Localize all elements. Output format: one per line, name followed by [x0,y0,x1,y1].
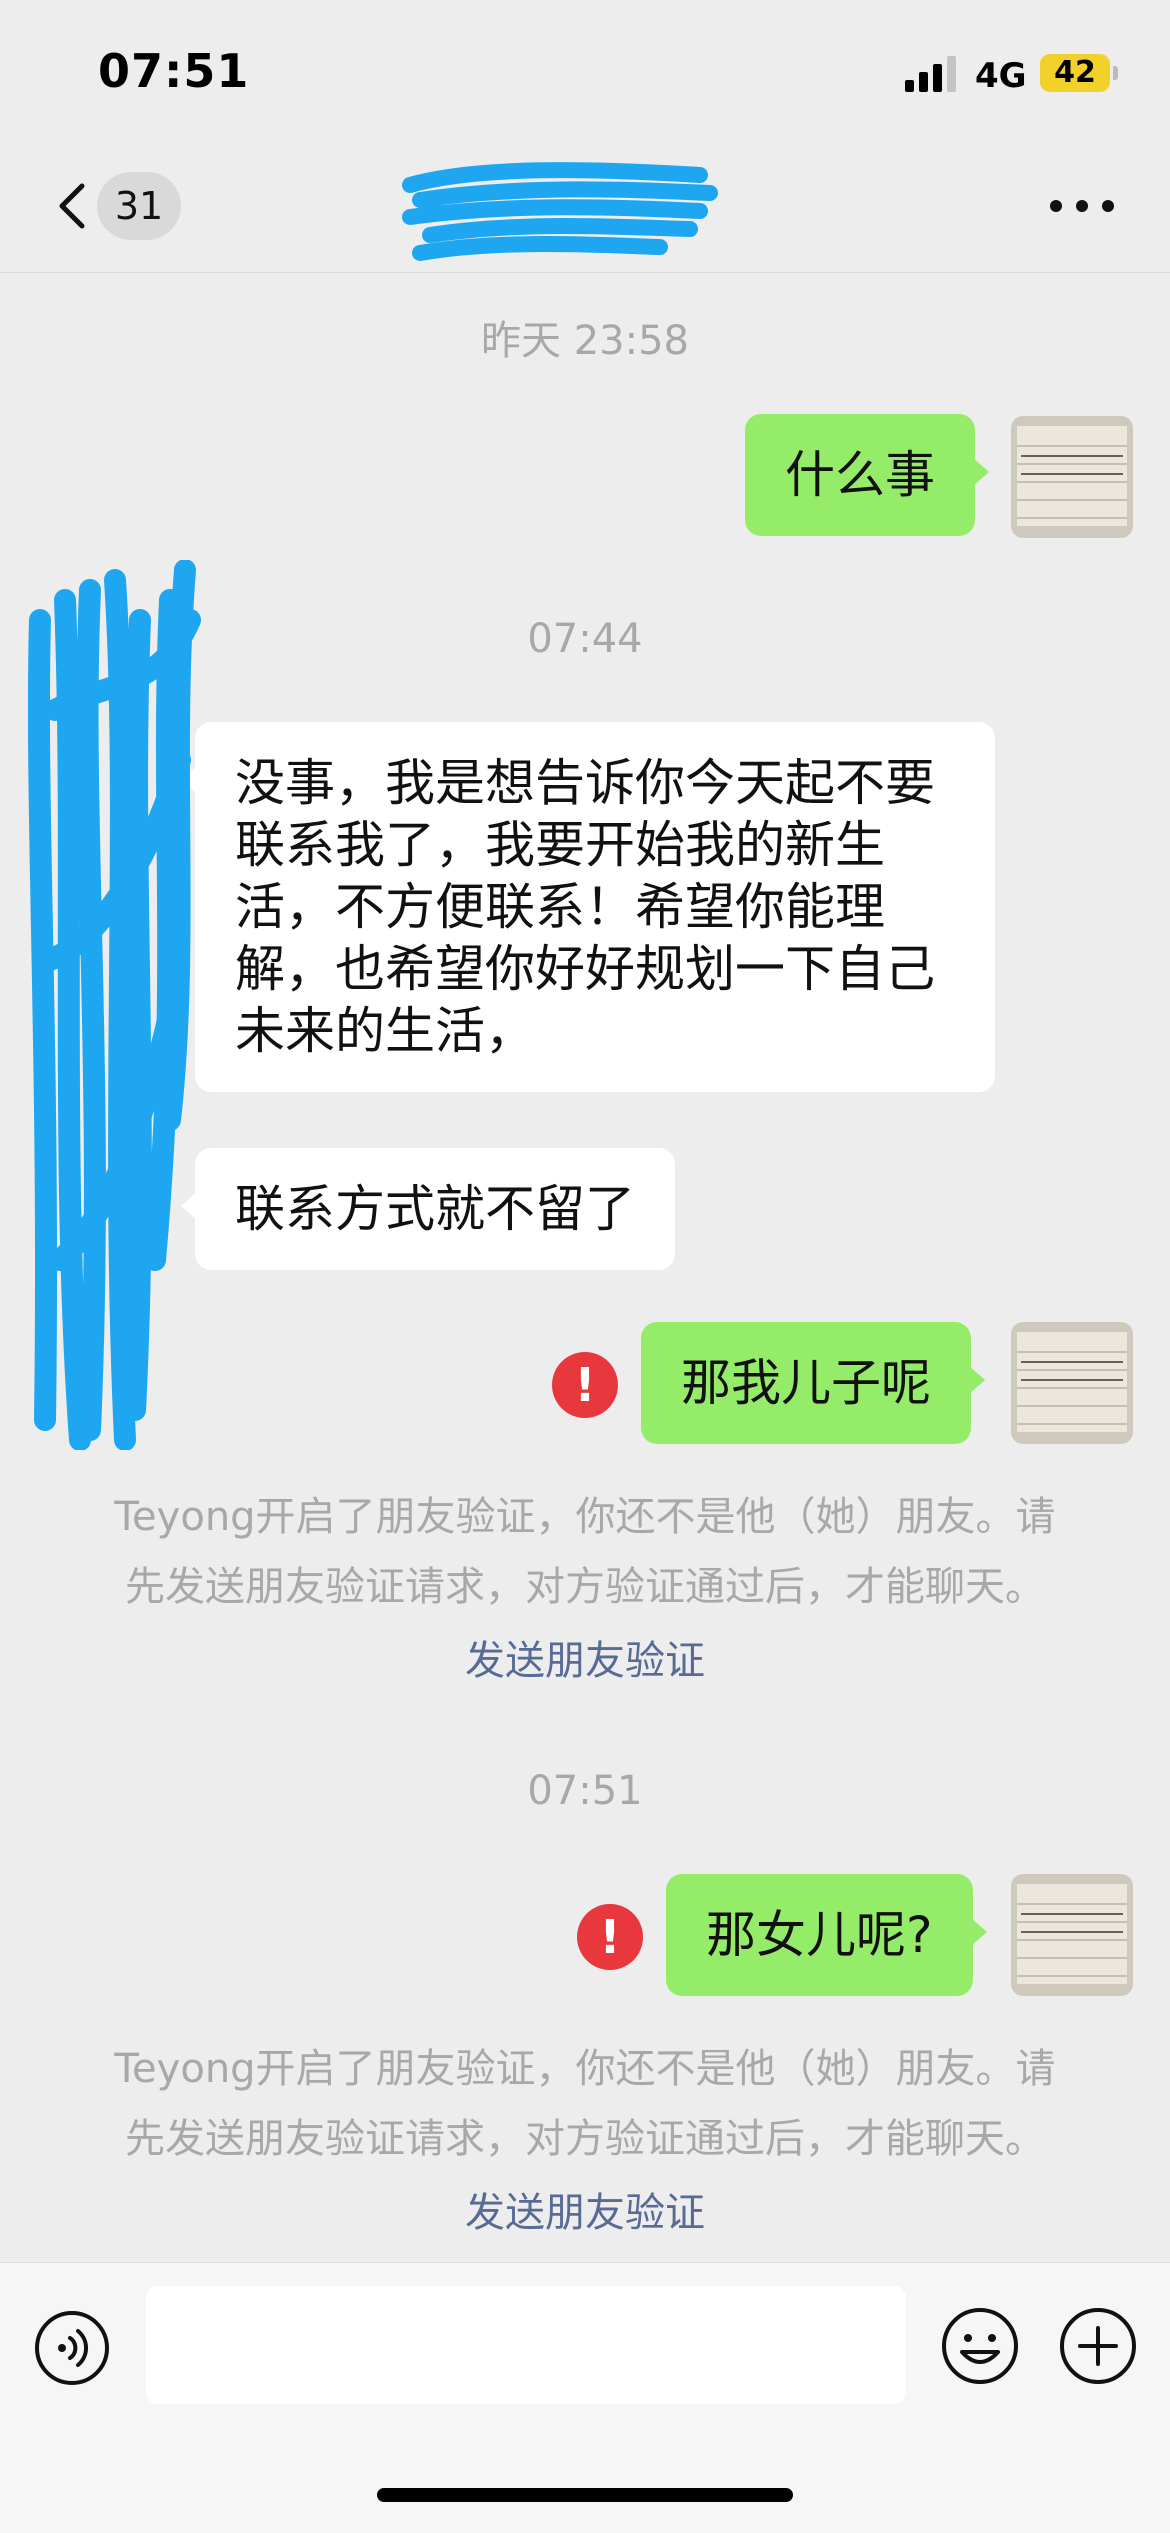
notice-line: 先发送朋友验证请求，对方验证通过后，才能聊天。 [125,2116,1045,2162]
timestamp: 昨天 23:58 [481,318,689,364]
incoming-message-bubble[interactable]: 联系方式就不留了 [181,1148,675,1270]
back-icon[interactable] [44,176,104,236]
signal-icon [905,52,957,92]
voice-icon[interactable] [34,2310,110,2386]
send-failed-icon[interactable]: ! [577,1904,643,1970]
outgoing-message-bubble[interactable]: 什么事 [745,414,989,536]
my-avatar[interactable] [1011,1874,1133,1996]
send-verification-link[interactable]: 发送朋友验证 [0,1628,1170,1686]
message-line: 没事，我是想告诉你今天起不要 [235,754,935,812]
plus-icon[interactable] [1058,2306,1138,2386]
outgoing-message-bubble[interactable]: 那我儿子呢 [641,1322,985,1444]
message-text: 那我儿子呢 [681,1354,931,1412]
message-line: 活，不方便联系！希望你能理 [235,878,885,936]
bubble-tail [969,1366,985,1394]
battery-indicator: 42 [1040,54,1110,92]
send-failed-icon[interactable]: ! [552,1352,618,1418]
notice-line: 先发送朋友验证请求，对方验证通过后，才能聊天。 [125,1564,1045,1610]
friend-verification-notice: Teyong开启了朋友验证，你还不是他（她）朋友。请 先发送朋友验证请求，对方验… [60,2034,1110,2174]
message-input[interactable] [146,2286,906,2404]
nav-divider [0,272,1170,273]
message-text: 什么事 [785,446,935,504]
home-indicator [377,2488,793,2502]
message-line: 联系我了，我要开始我的新生 [235,816,885,874]
unread-count-badge[interactable]: 31 [97,172,181,240]
send-verification-link[interactable]: 发送朋友验证 [0,2180,1170,2238]
more-icon[interactable] [1050,196,1116,216]
outgoing-message-bubble[interactable]: 那女儿呢? [666,1874,987,1996]
bubble-tail [973,458,989,486]
message-text: 那女儿呢? [706,1906,933,1964]
notice-line: Teyong开启了朋友验证，你还不是他（她）朋友。请 [114,2046,1056,2092]
incoming-message-bubble[interactable]: 没事，我是想告诉你今天起不要 联系我了，我要开始我的新生 活，不方便联系！希望你… [181,722,995,1092]
message-line: 未来的生活， [235,1002,535,1060]
bubble-tail [970,1918,987,1946]
redacted-chat-title [400,155,720,265]
friend-verification-notice: Teyong开启了朋友验证，你还不是他（她）朋友。请 先发送朋友验证请求，对方验… [60,1482,1110,1622]
network-type: 4G [975,56,1027,96]
my-avatar[interactable] [1011,416,1133,538]
notice-line: Teyong开启了朋友验证，你还不是他（她）朋友。请 [114,1494,1056,1540]
status-time: 07:51 [98,44,250,98]
emoji-icon[interactable] [940,2306,1020,2386]
message-line: 解，也希望你好好规划一下自己 [235,940,935,998]
my-avatar[interactable] [1011,1322,1133,1444]
redaction-scribble [20,559,210,1451]
message-text: 联系方式就不留了 [235,1180,635,1238]
timestamp: 07:51 [527,1768,643,1814]
battery-cap [1113,66,1118,80]
